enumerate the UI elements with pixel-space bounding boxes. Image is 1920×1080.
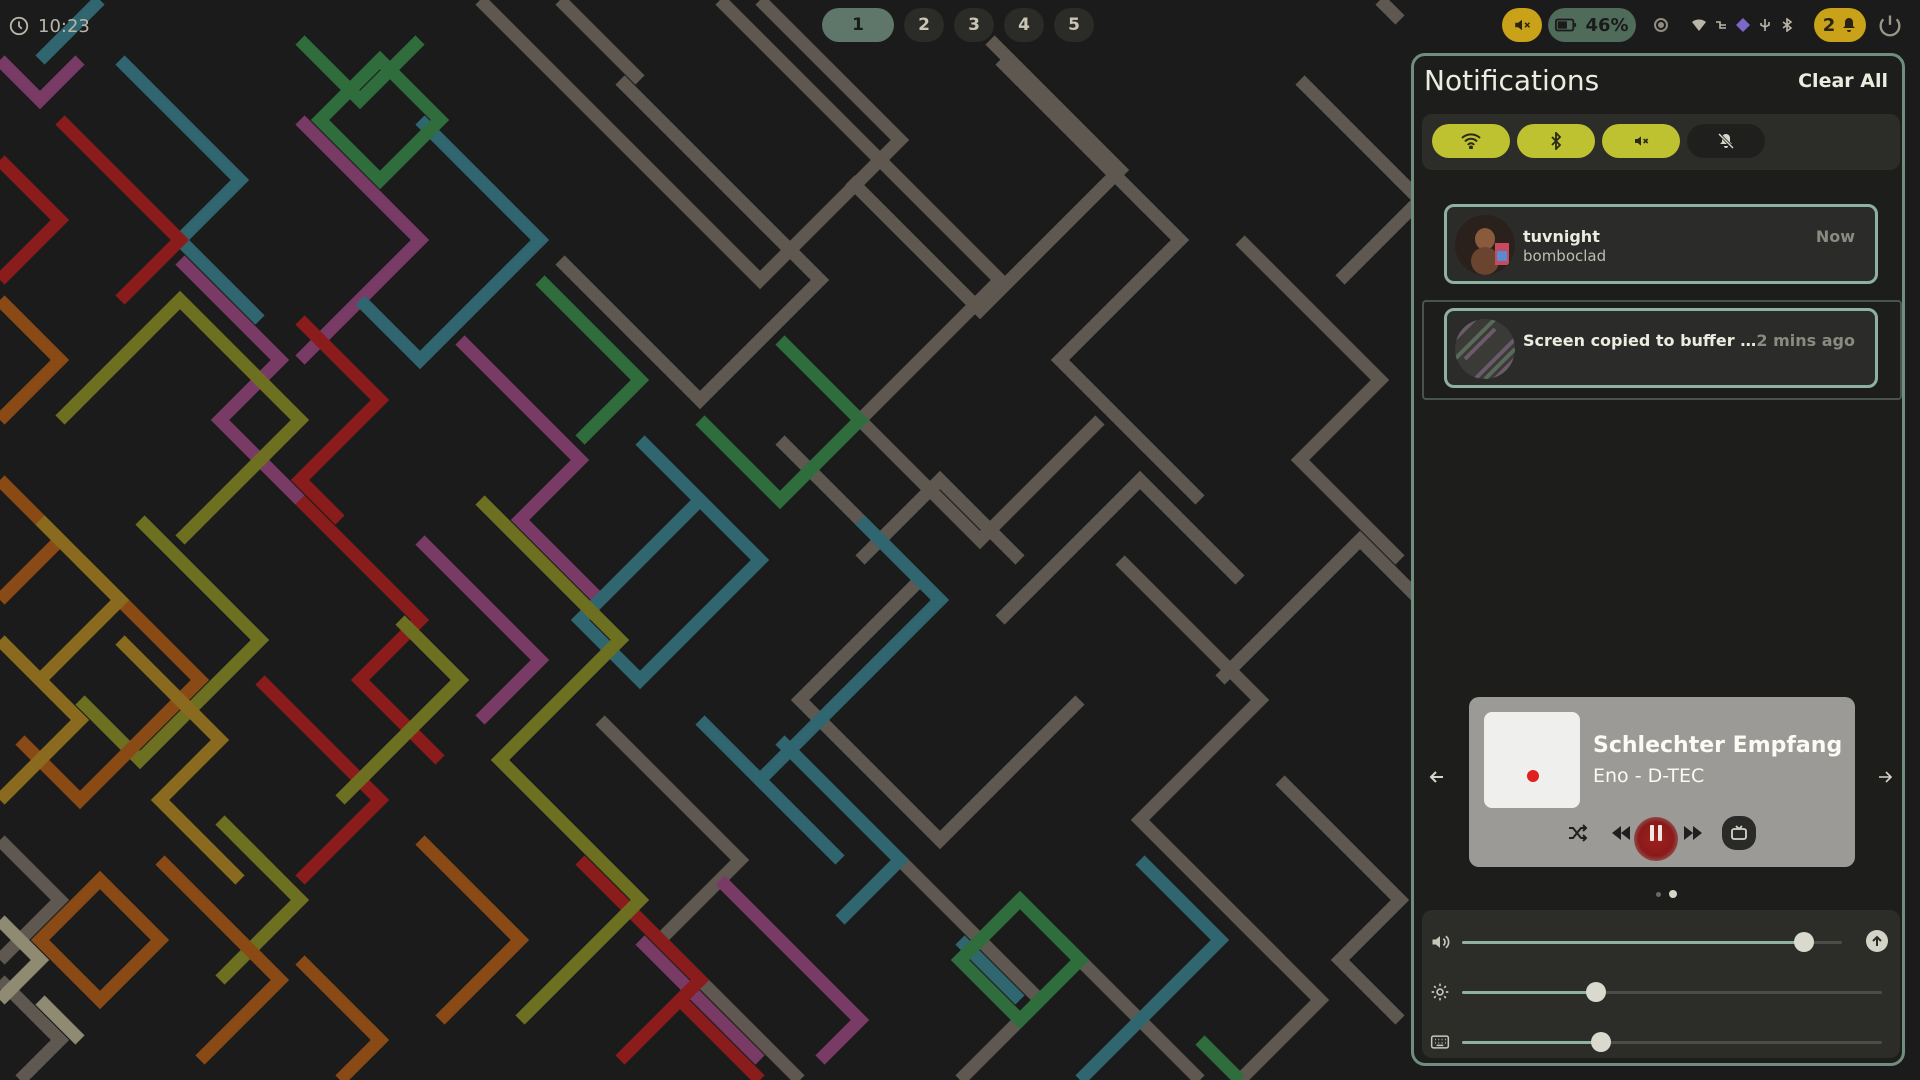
player-page-indicator (1656, 890, 1677, 898)
sound-toggle[interactable] (1602, 124, 1680, 158)
album-art-dot (1527, 770, 1539, 782)
notification-time: Now (1815, 227, 1855, 246)
volume-icon (1432, 935, 1450, 949)
pause-button[interactable] (1642, 819, 1670, 847)
panel-title: Notifications (1424, 64, 1600, 97)
keyboard-backlight-knob[interactable] (1590, 1032, 1611, 1052)
clock-icon (9, 16, 29, 36)
wifi-toggle[interactable] (1432, 124, 1510, 158)
bell-icon (1843, 18, 1856, 32)
shuffle-button[interactable] (1564, 819, 1592, 847)
volume-slider-row (1422, 922, 1900, 962)
volume-slider[interactable] (1462, 932, 1842, 952)
notification-count: 2 (1822, 14, 1836, 36)
notification-panel: Notifications Clear All tuvnight bombocl… (1411, 53, 1905, 1066)
tray-icon[interactable] (1712, 16, 1730, 34)
brightness-slider-row (1422, 972, 1900, 1012)
track-artist: Eno - D-TEC (1593, 765, 1705, 787)
player-app-button[interactable] (1722, 816, 1756, 850)
gear-icon (1431, 983, 1449, 1001)
keyboard-icon (1430, 1035, 1450, 1049)
keyboard-backlight-fill (1462, 1041, 1601, 1044)
keyboard-slider-row (1422, 1022, 1900, 1062)
shuffle-icon (1569, 824, 1588, 842)
clock-time: 10:23 (38, 15, 90, 37)
page-dot-active[interactable] (1669, 890, 1677, 898)
speaker-mute-icon (1635, 136, 1649, 146)
volume-knob[interactable] (1794, 932, 1814, 952)
usb-icon[interactable] (1756, 16, 1774, 34)
diamond-icon[interactable] (1734, 16, 1752, 34)
track-title: Schlechter Empfang (1593, 733, 1843, 758)
circle-indicator[interactable] (1642, 8, 1680, 42)
quick-settings (1422, 114, 1900, 170)
workspace-switcher: 1 2 3 4 5 (822, 8, 1094, 42)
power-icon[interactable] (1876, 12, 1904, 40)
rewind-icon (1612, 826, 1630, 840)
next-player-arrow[interactable] (1874, 766, 1896, 788)
wifi-icon[interactable] (1690, 16, 1708, 34)
album-art (1484, 712, 1580, 808)
sliders-panel (1422, 910, 1900, 1058)
mute-indicator[interactable] (1502, 8, 1542, 42)
battery-icon (1555, 18, 1577, 32)
notification-body: bomboclad (1523, 247, 1607, 265)
notification-app-name: tuvnight (1523, 227, 1600, 246)
workspace-3[interactable]: 3 (954, 8, 994, 42)
arrow-up-icon (1872, 935, 1882, 946)
arrow-left-icon (1429, 771, 1443, 783)
brightness-slider[interactable] (1462, 982, 1882, 1002)
workspace-5[interactable]: 5 (1054, 8, 1094, 42)
mute-icon (1515, 19, 1531, 31)
output-select-button[interactable] (1866, 930, 1888, 952)
previous-player-arrow[interactable] (1426, 766, 1448, 788)
notification-card[interactable]: Screen copied to buffer and ... 2 mins a… (1444, 308, 1878, 388)
volume-fill (1462, 941, 1804, 944)
workspace-4[interactable]: 4 (1004, 8, 1044, 42)
circle-icon (1654, 18, 1668, 32)
arrow-right-icon (1879, 771, 1893, 783)
fast-forward-icon (1684, 826, 1702, 840)
notification-summary: Screen copied to buffer and ... (1523, 331, 1763, 350)
notification-card[interactable]: tuvnight bomboclad Now (1444, 204, 1878, 284)
wifi-icon (1461, 133, 1481, 149)
page-dot[interactable] (1656, 891, 1661, 897)
battery-indicator[interactable]: 46% (1548, 8, 1636, 42)
previous-track-button[interactable] (1607, 819, 1635, 847)
do-not-disturb-toggle[interactable] (1687, 124, 1765, 158)
bluetooth-icon[interactable] (1778, 16, 1796, 34)
battery-percentage: 46% (1585, 14, 1629, 36)
next-track-button[interactable] (1679, 819, 1707, 847)
bluetooth-icon (1551, 132, 1562, 150)
clock-widget[interactable]: 10:23 (8, 8, 90, 44)
bluetooth-toggle[interactable] (1517, 124, 1595, 158)
workspace-2[interactable]: 2 (904, 8, 944, 42)
brightness-fill (1462, 991, 1597, 994)
app-window-icon (1731, 825, 1747, 840)
notification-indicator[interactable]: 2 (1814, 8, 1866, 42)
bell-off-icon (1718, 133, 1734, 149)
avatar (1455, 215, 1515, 275)
system-tray (1690, 8, 1796, 42)
workspace-1[interactable]: 1 (822, 8, 894, 42)
media-player: Schlechter Empfang Eno - D-TEC (1469, 697, 1855, 867)
screenshot-thumbnail (1455, 319, 1515, 379)
brightness-knob[interactable] (1586, 982, 1607, 1002)
keyboard-backlight-slider[interactable] (1462, 1032, 1882, 1052)
pause-icon (1650, 825, 1662, 841)
notification-time: 2 mins ago (1756, 331, 1855, 350)
clear-all-button[interactable]: Clear All (1798, 70, 1888, 92)
